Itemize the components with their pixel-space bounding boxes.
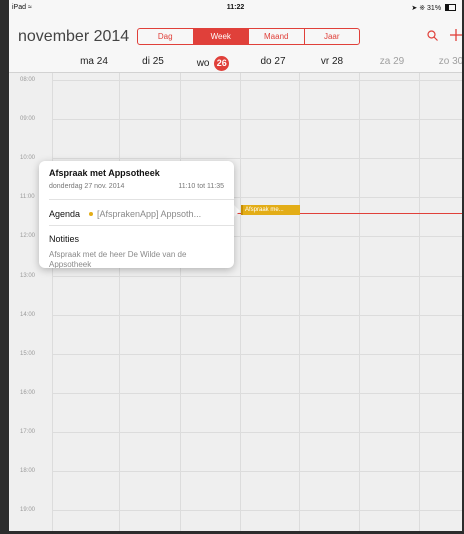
hour-label: 13:00 xyxy=(20,273,36,279)
week-day-header: ma 24 di 25 wo 26 do 27 vr 28 za 29 zo 3… xyxy=(9,51,462,73)
hour-line xyxy=(52,471,462,472)
hour-line xyxy=(52,80,462,81)
hour-line xyxy=(52,432,462,433)
segment-year[interactable]: Jaar xyxy=(305,29,360,44)
popover-divider xyxy=(49,199,234,200)
location-icon: ➤ xyxy=(411,5,418,12)
event-time: 11:10 tot 11:35 xyxy=(178,183,224,190)
segment-month[interactable]: Maand xyxy=(249,29,305,44)
day-header-sat[interactable]: za 29 xyxy=(362,56,422,67)
day-header-thu[interactable]: do 27 xyxy=(243,56,303,67)
hour-label: 17:00 xyxy=(20,429,36,435)
view-segmented-control: Dag Week Maand Jaar xyxy=(137,28,360,45)
bluetooth-icon: ※ xyxy=(419,5,426,12)
popover-arrow xyxy=(233,204,240,218)
search-icon[interactable] xyxy=(427,29,438,44)
hour-label: 10:00 xyxy=(20,155,36,161)
event-date: donderdag 27 nov. 2014 xyxy=(49,183,125,190)
day-divider xyxy=(240,73,241,531)
hour-label: 16:00 xyxy=(20,390,36,396)
hour-line xyxy=(52,354,462,355)
day-header-mon[interactable]: ma 24 xyxy=(64,56,124,67)
calendar-event[interactable]: Afspraak me... xyxy=(241,205,300,215)
today-badge: 26 xyxy=(214,56,230,71)
hour-line xyxy=(52,510,462,511)
day-divider xyxy=(119,73,120,531)
hour-label: 09:00 xyxy=(20,116,36,122)
day-divider xyxy=(359,73,360,531)
hour-label: 15:00 xyxy=(20,351,36,357)
status-time: 11:22 xyxy=(226,4,245,11)
day-divider xyxy=(419,73,420,531)
notes-label: Notities xyxy=(49,234,80,244)
day-header-sun[interactable]: zo 30 xyxy=(421,56,462,67)
hour-line xyxy=(52,119,462,120)
calendar-color-dot xyxy=(89,212,93,216)
event-popover: Afspraak met Appsotheek donderdag 27 nov… xyxy=(39,161,234,268)
hour-line xyxy=(52,393,462,394)
notes-text: Afspraak met de heer De Wilde van de App… xyxy=(49,250,187,268)
week-grid[interactable]: 08:00 09:00 10:00 11:00 12:00 13:00 14:0… xyxy=(9,73,462,531)
plus-icon[interactable] xyxy=(450,29,462,44)
day-divider xyxy=(52,73,53,531)
popover-divider xyxy=(49,225,234,226)
status-bar: iPad ≈ 11:22 ➤ ※ 31% xyxy=(9,0,462,16)
hour-label: 18:00 xyxy=(20,468,36,474)
battery-icon xyxy=(445,4,456,11)
ipad-frame: iPad ≈ 11:22 ➤ ※ 31% november 2014 Dag W… xyxy=(0,0,464,534)
segment-week[interactable]: Week xyxy=(193,29,249,44)
hour-line xyxy=(52,315,462,316)
day-header-wed-label: wo xyxy=(196,58,210,69)
hour-label: 14:00 xyxy=(20,312,36,318)
agenda-value[interactable]: [AfsprakenApp] Appsoth... xyxy=(97,209,231,219)
day-header-tue[interactable]: di 25 xyxy=(123,56,183,67)
day-header-wed[interactable]: wo 26 xyxy=(183,56,243,71)
hour-label: 12:00 xyxy=(20,233,36,239)
hour-label: 08:00 xyxy=(20,77,36,83)
calendar-header: november 2014 Dag Week Maand Jaar xyxy=(9,16,462,51)
calendar-screen: iPad ≈ 11:22 ➤ ※ 31% november 2014 Dag W… xyxy=(9,0,462,531)
status-right: ➤ ※ 31% xyxy=(411,4,456,12)
agenda-label: Agenda xyxy=(49,209,81,219)
hour-line xyxy=(52,276,462,277)
hour-label: 11:00 xyxy=(20,194,35,200)
hour-label: 19:00 xyxy=(20,507,36,513)
day-divider xyxy=(180,73,181,531)
event-title: Afspraak met Appsotheek xyxy=(49,168,160,178)
battery-percent: 31% xyxy=(427,5,442,12)
month-title[interactable]: november 2014 xyxy=(18,28,129,46)
day-header-fri[interactable]: vr 28 xyxy=(302,56,362,67)
day-divider xyxy=(299,73,300,531)
segment-day[interactable]: Dag xyxy=(138,29,194,44)
hour-line xyxy=(52,158,462,159)
